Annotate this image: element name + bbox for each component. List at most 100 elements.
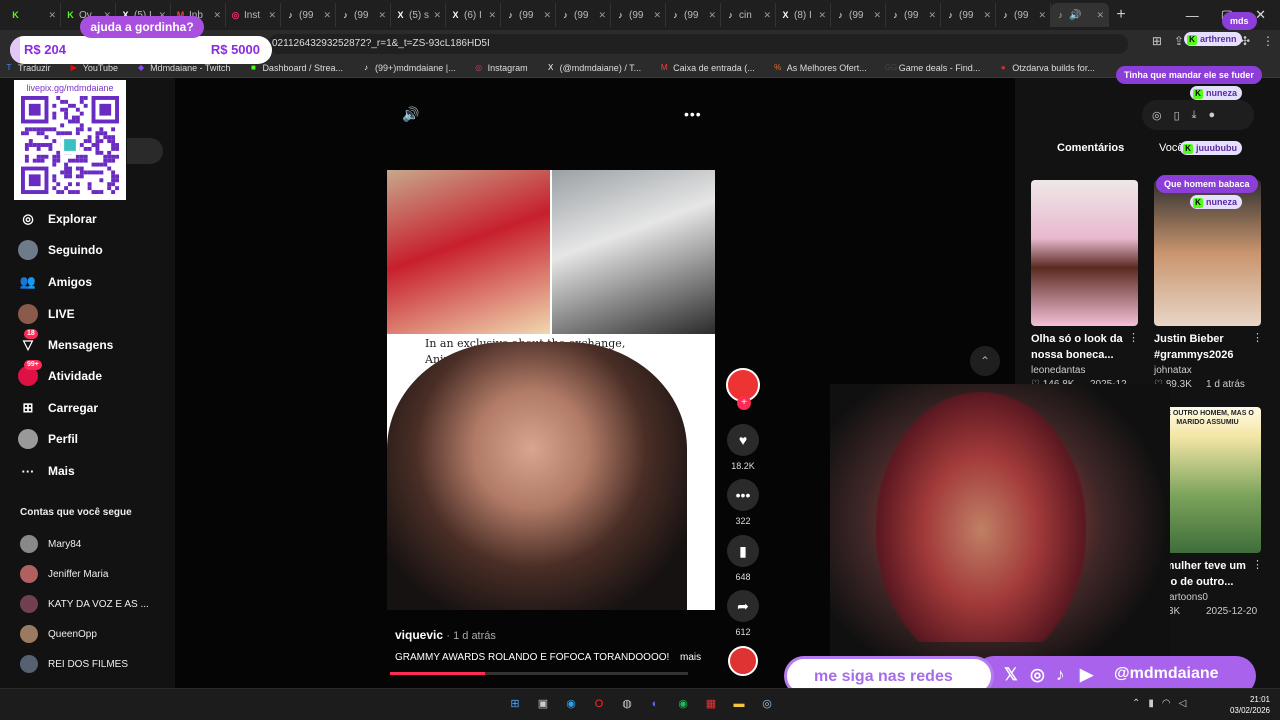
- following-account[interactable]: Mary84: [20, 535, 81, 553]
- new-tab-icon[interactable]: +: [1109, 6, 1133, 24]
- caption-more-link[interactable]: mais: [680, 652, 701, 663]
- sidebar-item-carregar[interactable]: ⊞ Carregar: [18, 398, 98, 418]
- system-clock[interactable]: 21:01 03/02/2026: [1230, 694, 1270, 716]
- wifi-icon[interactable]: ◠: [1162, 698, 1171, 709]
- sidebar-item-live[interactable]: LIVE: [18, 304, 75, 324]
- audio-icon[interactable]: 🔊: [1069, 10, 1081, 21]
- bookmark[interactable]: GG Game deals - Find...: [885, 63, 981, 73]
- tab-close-icon[interactable]: ✕: [488, 10, 496, 21]
- video-progress-bar[interactable]: [390, 672, 688, 675]
- windows-start-icon[interactable]: ⊞: [506, 695, 524, 713]
- browser-tab[interactable]: ♪ (99 ✕: [501, 3, 556, 27]
- tab-close-icon[interactable]: ✕: [763, 10, 771, 21]
- tab-close-icon[interactable]: ✕: [653, 10, 661, 21]
- following-account[interactable]: KATY DA VOZ E AS ...: [20, 595, 149, 613]
- card-title[interactable]: Justin Bieber #grammys2026: [1154, 331, 1254, 363]
- author-name[interactable]: viquevic: [395, 628, 443, 642]
- url-field[interactable]: 02112643293252872?_r=1&_t=ZS-93cL186HD5I: [268, 34, 1128, 54]
- tab-close-icon[interactable]: ✕: [1038, 10, 1046, 21]
- browser-tab[interactable]: ♪ (99 ✕: [336, 3, 391, 27]
- card-menu-icon[interactable]: ⋮: [1252, 558, 1263, 571]
- tab-close-icon[interactable]: ✕: [48, 10, 56, 21]
- following-account[interactable]: Jeniffer Maria: [20, 565, 108, 583]
- chevron-up-icon[interactable]: ⌃: [1132, 698, 1140, 709]
- bookmark[interactable]: ◎ Instagram: [474, 63, 528, 73]
- sidebar-item-seguindo[interactable]: Seguindo: [18, 240, 103, 260]
- share-icon[interactable]: ⇪: [1174, 34, 1184, 48]
- tab-close-icon[interactable]: ✕: [983, 10, 991, 21]
- browser-tab[interactable]: ♪ (99 ✕: [831, 3, 886, 27]
- browser-tab[interactable]: ♪ (99 ✕: [556, 3, 611, 27]
- bookmark[interactable]: ■ Dashboard / Strea...: [248, 63, 343, 73]
- tab-close-icon[interactable]: ✕: [818, 10, 826, 21]
- bookmark[interactable]: M Caixa de entrada (...: [659, 63, 755, 73]
- following-account[interactable]: QueenOpp: [20, 625, 97, 643]
- bookmark[interactable]: ◆ Mdmdaiane - Twitch: [136, 63, 230, 73]
- speaker-tray-icon[interactable]: ◁: [1179, 698, 1187, 709]
- tab-close-icon[interactable]: ✕: [543, 10, 551, 21]
- tab-close-icon[interactable]: ✕: [598, 10, 606, 21]
- browser-tab[interactable]: ♪ cin ✕: [721, 3, 776, 27]
- bookmark-icon[interactable]: ▮: [727, 535, 759, 567]
- comment-icon[interactable]: •••: [727, 479, 759, 511]
- sidebar-item-explorar[interactable]: ◎ Explorar: [18, 209, 96, 229]
- more-options-icon[interactable]: •••: [684, 106, 702, 122]
- tab-comments[interactable]: Comentários: [1057, 142, 1124, 154]
- edge-icon[interactable]: ◉: [562, 695, 580, 713]
- sidebar-item-mais[interactable]: ··· Mais: [18, 461, 75, 481]
- video-thumbnail[interactable]: DE OUTRO HOMEM, MAS O MARIDO ASSUMIU: [1154, 407, 1261, 553]
- obs-icon[interactable]: ◍: [618, 695, 636, 713]
- app-icon[interactable]: ▦: [702, 695, 720, 713]
- heart-icon[interactable]: ♥: [727, 424, 759, 456]
- card-menu-icon[interactable]: ⋮: [1252, 331, 1263, 344]
- video-author[interactable]: viquevic · 1 d atrás: [395, 628, 496, 642]
- browser-tab[interactable]: ♪ (99 ✕: [996, 3, 1051, 27]
- browser-tab[interactable]: ♪ (99 ✕: [941, 3, 996, 27]
- browser-tab[interactable]: ◎ Inst ✕: [226, 3, 281, 27]
- following-account[interactable]: REI DOS FILMES: [20, 655, 128, 673]
- browser-tab[interactable]: ♪ (99 ✕: [611, 3, 666, 27]
- card-menu-icon[interactable]: ⋮: [1128, 331, 1139, 344]
- apps-icon[interactable]: ⊞: [1152, 34, 1162, 48]
- sidebar-item-mensagens[interactable]: ▽ 18 Mensagens: [18, 329, 113, 355]
- share-arrow-icon[interactable]: ➦: [727, 590, 759, 622]
- bookmark[interactable]: T Traduzir: [4, 63, 51, 73]
- minimize-icon[interactable]: —: [1186, 8, 1199, 23]
- compass-small-icon[interactable]: ◎: [1152, 109, 1162, 122]
- discord-icon[interactable]: ◐: [646, 695, 664, 713]
- bookmark[interactable]: ♪ (99+)mdmdaiane |...: [361, 63, 456, 73]
- scroll-up-icon[interactable]: ⌃: [970, 346, 1000, 376]
- browser-tab[interactable]: X (6) I ✕: [446, 3, 501, 27]
- sidebar-item-amigos[interactable]: 👥 Amigos: [18, 272, 92, 292]
- tab-close-icon[interactable]: ✕: [928, 10, 936, 21]
- card-author[interactable]: leonedantas: [1031, 365, 1086, 376]
- search-button[interactable]: [127, 138, 163, 164]
- folder-icon[interactable]: ▬: [730, 695, 748, 713]
- sidebar-item-atividade[interactable]: 99+ Atividade: [18, 360, 102, 386]
- tab-close-icon[interactable]: ✕: [268, 10, 276, 21]
- tab-close-icon[interactable]: ✕: [323, 10, 331, 21]
- volume-icon[interactable]: 🔊: [402, 106, 419, 123]
- video-player[interactable]: In an exclusive about the exchange, Anim…: [387, 170, 715, 610]
- tab-close-icon[interactable]: ✕: [378, 10, 386, 21]
- follow-plus-icon[interactable]: +: [737, 396, 751, 410]
- steam-icon[interactable]: ◎: [758, 695, 776, 713]
- video-thumbnail[interactable]: [1031, 180, 1138, 326]
- active-browser-tab[interactable]: ♪ 🔊 ✕: [1051, 3, 1109, 27]
- close-icon[interactable]: ✕: [1255, 7, 1266, 23]
- browser-tab[interactable]: X (8) I ✕: [776, 3, 831, 27]
- tab-close-icon[interactable]: ✕: [1096, 10, 1104, 21]
- tab-close-icon[interactable]: ✕: [873, 10, 881, 21]
- bookmark[interactable]: % As Melhores Ofert...: [773, 63, 867, 73]
- card-title[interactable]: Olha só o look da nossa boneca...: [1031, 331, 1131, 363]
- menu-icon[interactable]: ⋮: [1262, 34, 1274, 48]
- browser-tab[interactable]: ♪ (99 ✕: [281, 3, 336, 27]
- browser-tab[interactable]: ♪ (99 ✕: [666, 3, 721, 27]
- bookmark[interactable]: ▶ YouTube: [69, 63, 118, 73]
- browser-tab[interactable]: ♪ (99 ✕: [886, 3, 941, 27]
- profile-small-icon[interactable]: ●: [1209, 109, 1216, 121]
- bookmark[interactable]: X (@mdmdaiane) / T...: [546, 63, 641, 73]
- task-view-icon[interactable]: ▣: [534, 695, 552, 713]
- tab-close-icon[interactable]: ✕: [708, 10, 716, 21]
- phone-icon[interactable]: ▯: [1174, 109, 1180, 122]
